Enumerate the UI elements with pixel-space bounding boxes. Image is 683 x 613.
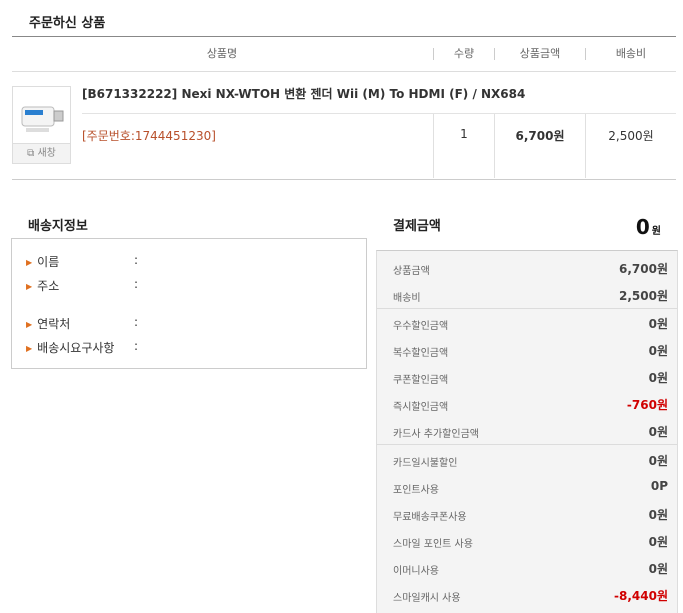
item-shipping-fee: 2,500원: [608, 129, 654, 143]
shipping-field-colon: :: [134, 315, 139, 329]
shipping-info-box: ▶ 이름 : ▶ 주소 : ▶ 연락처 : ▶ 배송시요구사항 :: [11, 238, 367, 369]
pay-row-value: 0원: [648, 535, 668, 549]
pay-row-value: 0원: [648, 371, 668, 385]
pay-row-label: 카드사 추가할인금액: [393, 429, 479, 440]
pay-row-label: 배송비: [393, 293, 421, 304]
pay-divider: [377, 444, 677, 445]
wii-hdmi-adapter-icon: [21, 106, 64, 132]
new-window-label: 새창: [37, 148, 56, 159]
bullet-arrow-icon: ▶: [26, 320, 33, 329]
item-qty: 1: [460, 127, 468, 141]
pay-row-value: 0원: [648, 562, 668, 576]
order-items-title: 주문하신 상품: [29, 16, 106, 31]
shipping-field-name: ▶ 이름: [26, 255, 60, 269]
pay-row-free-shipping-coupon: 무료배송쿠폰사용 0원: [377, 500, 677, 527]
shipping-info-title: 배송지정보: [28, 219, 88, 234]
pay-row-label: 스마일 포인트 사용: [393, 539, 473, 550]
pay-row-value: 0P: [650, 479, 668, 493]
pay-row-smile-cash: 스마일캐시 사용 -8,440원: [377, 581, 677, 608]
order-table-header: 상품명 수량 상품금액 배송비: [12, 36, 676, 72]
bullet-arrow-icon: ▶: [26, 344, 33, 353]
pay-row-multi-discount: 복수할인금액 0원: [377, 336, 677, 363]
pay-row-value: 6,700원: [619, 262, 668, 276]
order-number: [주문번호:1744451230]: [82, 129, 216, 143]
pay-row-card-lumpsum-discount: 카드일시불할인 0원: [377, 446, 677, 473]
shipping-field-request: ▶ 배송시요구사항: [26, 341, 115, 355]
pay-row-label: 이머니사용: [393, 566, 439, 577]
pay-row-value: 0원: [648, 508, 668, 522]
pay-row-coupon-discount: 쿠폰할인금액 0원: [377, 363, 677, 390]
pay-row-value: 0원: [648, 344, 668, 358]
row-divider: [82, 113, 676, 114]
order-item-row: ⧉ 새창 [B671332222] Nexi NX-WTOH 변환 젠더 Wii…: [12, 71, 676, 180]
header-qty: 수량: [453, 47, 475, 60]
cell-divider: [494, 114, 495, 178]
pay-row-value: -8,440원: [614, 589, 668, 603]
shipping-field-colon: :: [134, 339, 139, 353]
pay-row-value: 0원: [648, 454, 668, 468]
pay-row-excellent-discount: 우수할인금액 0원: [377, 309, 677, 336]
shipping-field-colon: :: [134, 253, 139, 267]
pay-row-label: 쿠폰할인금액: [393, 375, 449, 386]
pay-row-smile-point: 스마일 포인트 사용 0원: [377, 527, 677, 554]
pay-row-label: 우수할인금액: [393, 321, 449, 332]
pay-row-value: 0원: [648, 425, 668, 439]
pay-row-label: 즉시할인금액: [393, 402, 449, 413]
shipping-field-colon: :: [134, 277, 139, 291]
header-amount: 상품금액: [519, 47, 561, 60]
pay-row-emoney: 이머니사용 0원: [377, 554, 677, 581]
payment-title: 결제금액: [393, 219, 441, 234]
pay-row-value: 0원: [648, 317, 668, 331]
shipping-field-contact: ▶ 연락처: [26, 317, 71, 331]
cell-divider: [433, 114, 434, 178]
pay-row-shipping: 배송비 2,500원: [377, 281, 677, 308]
bullet-arrow-icon: ▶: [26, 282, 33, 291]
item-price: 6,700원: [515, 129, 565, 143]
header-shipping: 배송비: [615, 47, 647, 60]
pay-row-label: 스마일캐시 사용: [393, 593, 461, 604]
pay-row-point-use: 포인트사용 0P: [377, 473, 677, 500]
shipping-field-address: ▶ 주소: [26, 279, 60, 293]
new-window-icon: ⧉: [27, 148, 35, 159]
payment-breakdown: 상품금액 6,700원 배송비 2,500원 우수할인금액 0원 복수할인금액 0원 쿠…: [376, 250, 678, 613]
pay-row-instant-discount: 즉시할인금액 -760원: [377, 390, 677, 417]
pay-row-label: 포인트사용: [393, 485, 439, 496]
cell-divider: [585, 114, 586, 178]
header-product-name: 상품명: [206, 47, 238, 60]
open-new-window-button[interactable]: ⧉ 새창: [13, 143, 70, 163]
pay-row-value: 2,500원: [619, 289, 668, 303]
pay-row-label: 카드일시불할인: [393, 458, 458, 469]
product-name-link[interactable]: [B671332222] Nexi NX-WTOH 변환 젠더 Wii (M) …: [82, 85, 525, 102]
pay-row-card-extra-discount: 카드사 추가할인금액 0원: [377, 417, 677, 444]
product-thumbnail[interactable]: ⧉ 새창: [12, 86, 71, 164]
pay-row-label: 상품금액: [393, 266, 430, 277]
bullet-arrow-icon: ▶: [26, 258, 33, 267]
pay-row-label: 복수할인금액: [393, 348, 449, 359]
pay-row-label: 무료배송쿠폰사용: [393, 512, 467, 523]
pay-row-product-amount: 상품금액 6,700원: [377, 254, 677, 281]
payment-total: 0원: [635, 215, 661, 239]
pay-row-value: -760원: [626, 398, 668, 412]
